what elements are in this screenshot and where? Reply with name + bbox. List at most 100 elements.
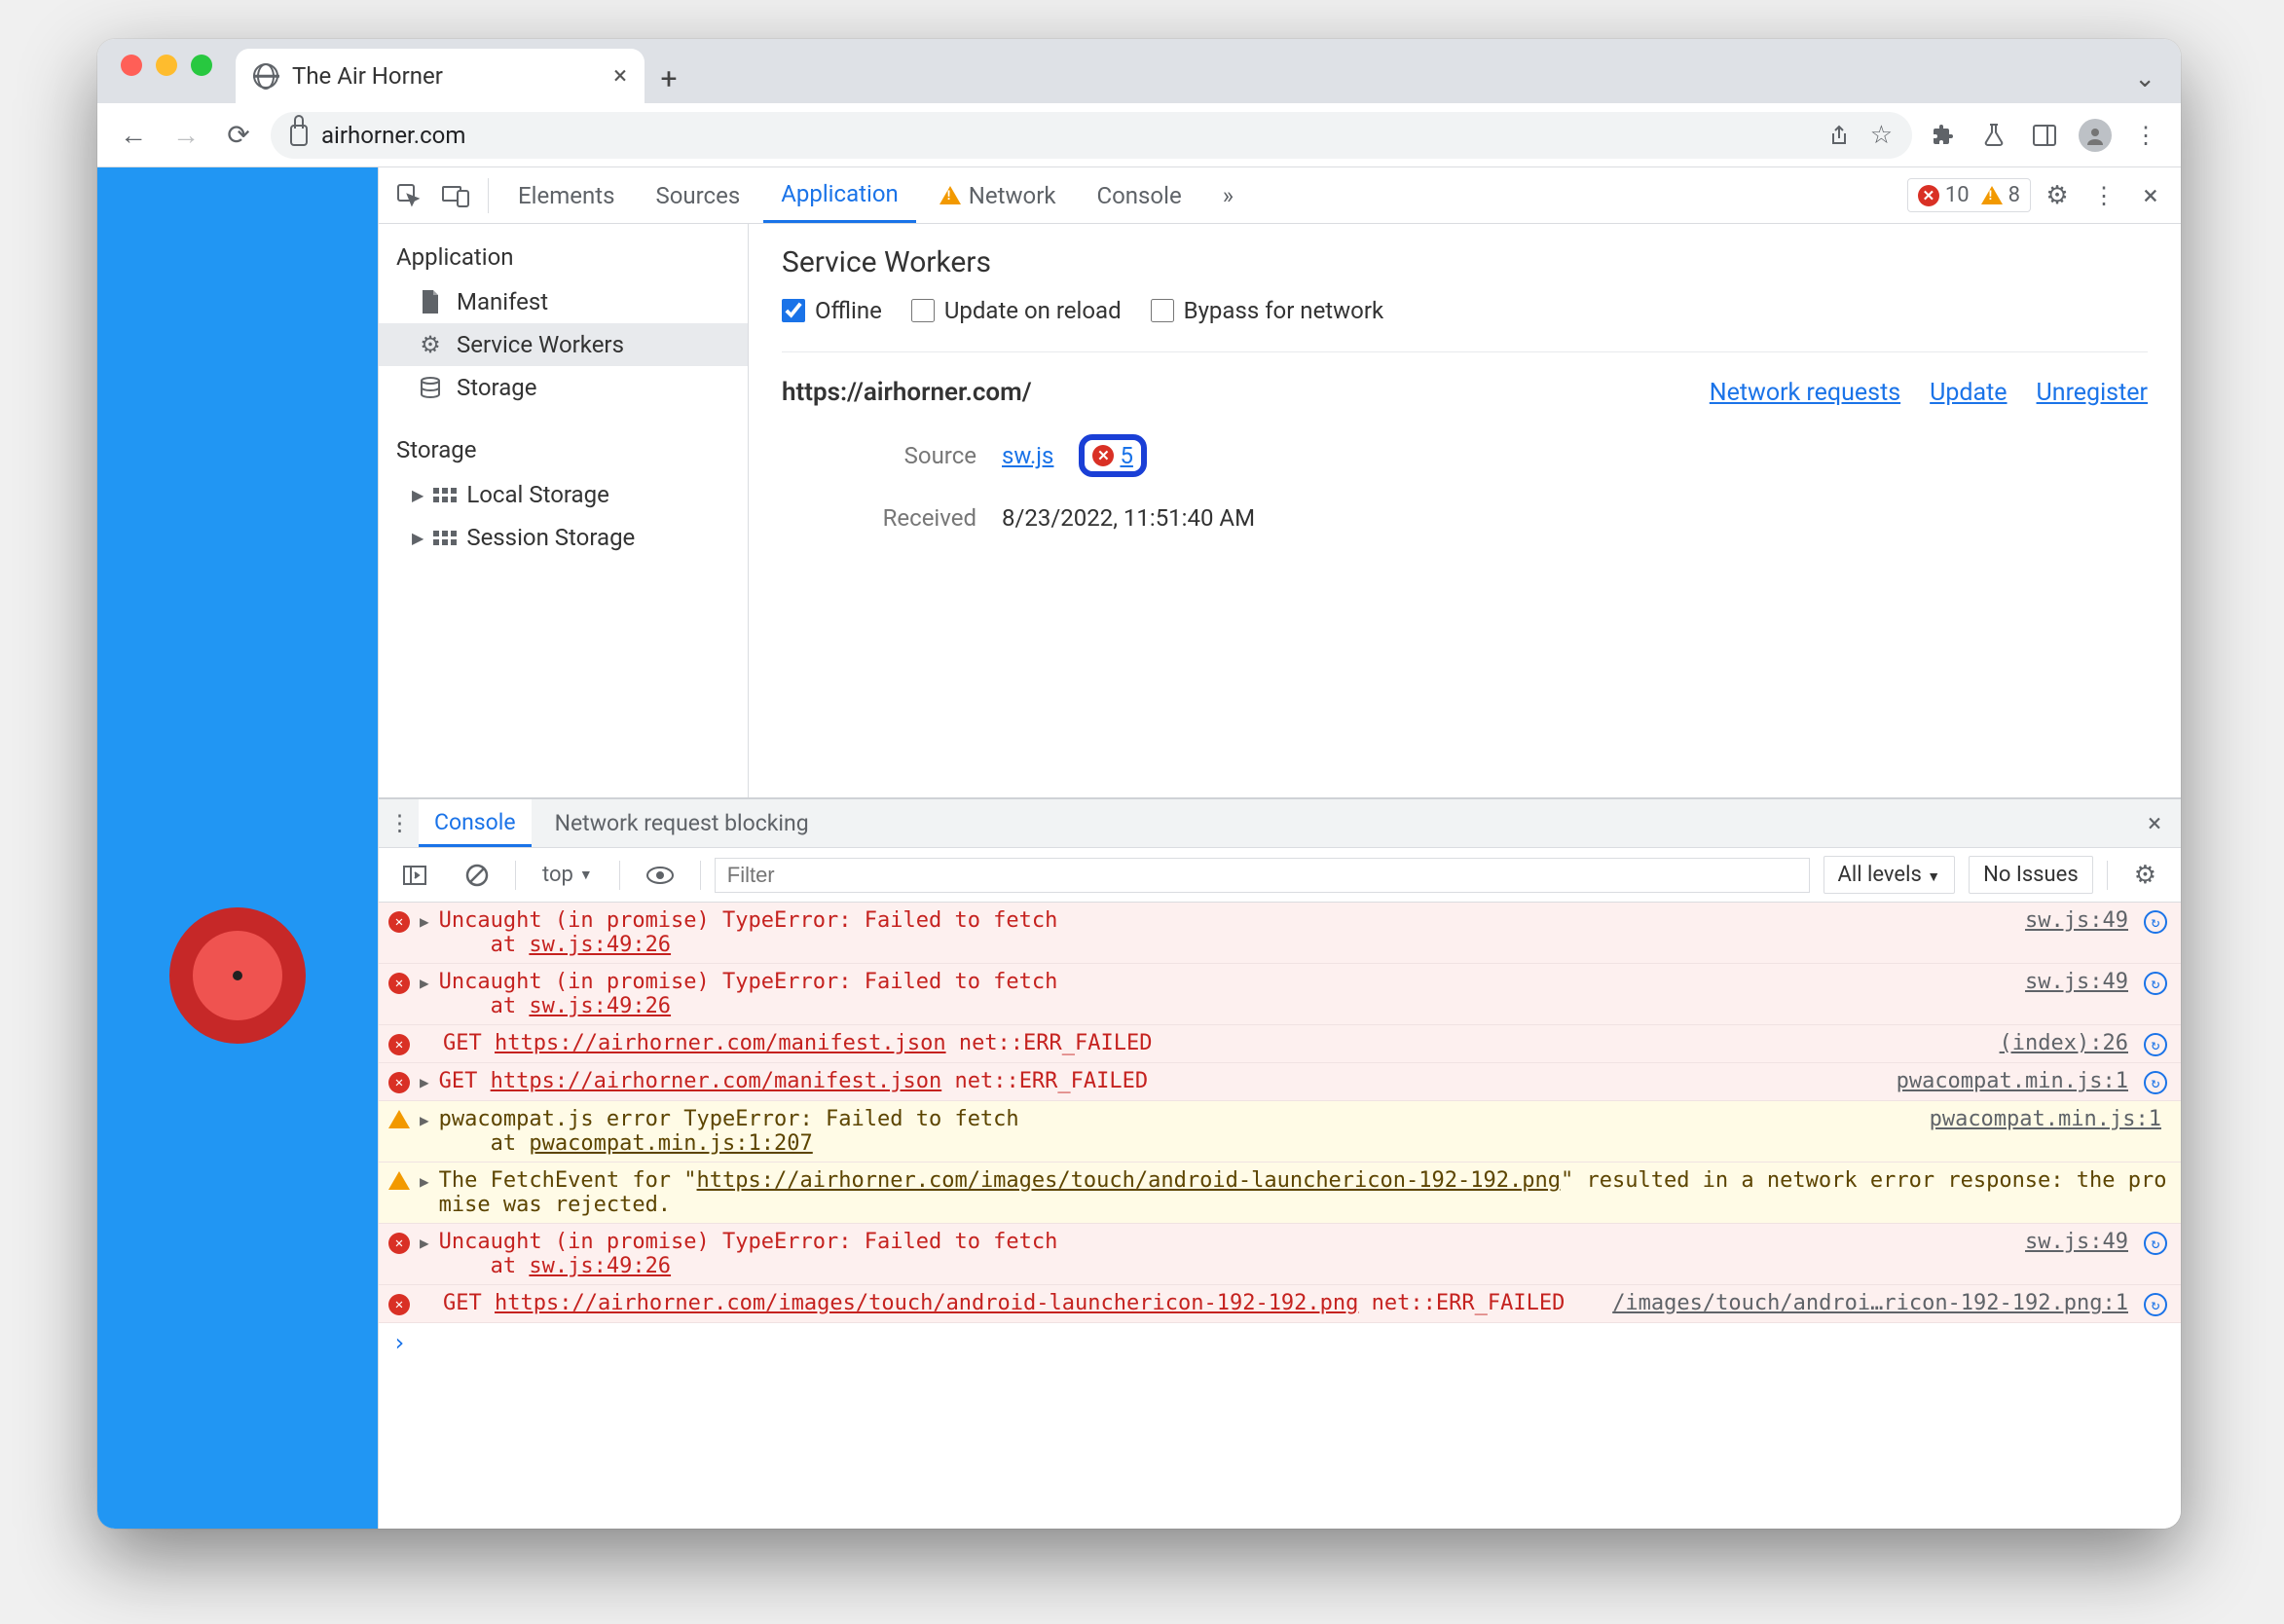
back-button[interactable]: ← [113,115,154,156]
minimize-window-button[interactable] [156,55,177,76]
console-log-list: ✕ ▶ Uncaught (in promise) TypeError: Faile… [379,903,2181,1529]
table-icon [433,488,457,502]
drawer-tab-console[interactable]: Console [419,799,532,847]
share-icon[interactable] [1825,124,1849,147]
inspect-element-icon[interactable] [388,175,429,216]
log-source-link[interactable]: sw.js:49 [2025,970,2134,994]
disclosure-triangle-icon[interactable]: ▶ [420,970,429,992]
address-bar[interactable]: airhorner.com ☆ [271,112,1912,159]
disclosure-triangle-icon[interactable]: ▶ [420,1230,429,1252]
console-row[interactable]: ✕▶Uncaught (in promise) TypeError: Faile… [379,964,2181,1025]
window-controls [115,39,226,103]
navigation-icon: ↻ [2144,1071,2167,1094]
browser-tab[interactable]: The Air Horner × [236,49,645,103]
error-icon: ✕ [388,1233,410,1254]
log-source-link[interactable]: pwacompat.min.js:1 [1930,1107,2167,1131]
log-source-link[interactable]: sw.js:49 [2025,908,2134,933]
sw-source-link[interactable]: sw.js [1002,442,1053,469]
error-icon: ✕ [1092,445,1114,466]
log-message: Uncaught (in promise) TypeError: Failed … [439,970,2015,1018]
extensions-icon[interactable] [1924,116,1963,155]
disclosure-triangle-icon[interactable]: ▶ [420,1107,429,1129]
console-filter-input[interactable] [715,858,1810,893]
sw-error-count[interactable]: 5 [1120,442,1133,469]
labs-icon[interactable] [1974,116,2013,155]
tab-sources[interactable]: Sources [638,167,757,223]
log-message: GET https://airhorner.com/images/touch/a… [443,1291,1602,1315]
tab-network[interactable]: Network [922,167,1074,223]
bookmark-icon[interactable]: ☆ [1862,121,1893,150]
console-prompt[interactable]: › [379,1323,2181,1362]
tab-title: The Air Horner [292,62,443,90]
source-label: Source [782,442,976,469]
log-source-link[interactable]: (index):26 [2000,1031,2134,1055]
disclosure-triangle-icon[interactable]: ▶ [420,1168,429,1191]
drawer-tab-network-blocking[interactable]: Network request blocking [539,799,825,847]
drawer-menu-icon[interactable]: ⋮ [388,810,411,836]
update-on-reload-checkbox[interactable]: Update on reload [911,297,1122,324]
tab-console[interactable]: Console [1079,167,1198,223]
table-icon [433,531,457,545]
tabs-overflow[interactable]: » [1205,167,1251,223]
console-row[interactable]: ▶The FetchEvent for "https://airhorner.c… [379,1163,2181,1224]
devtools-menu-icon[interactable]: ⋮ [2083,175,2124,216]
console-row[interactable]: ▶pwacompat.js error TypeError: Failed to… [379,1101,2181,1163]
drawer-close-button[interactable]: × [2138,809,2171,838]
bypass-for-network-checkbox[interactable]: Bypass for network [1151,297,1384,324]
navigation-icon: ↻ [2144,910,2167,934]
live-expression-icon[interactable] [634,860,686,891]
disclosure-triangle-icon[interactable]: ▶ [420,1069,429,1091]
console-settings-icon[interactable]: ⚙ [2121,854,2169,897]
device-toolbar-icon[interactable] [435,175,476,216]
console-sidebar-toggle-icon[interactable] [390,859,439,892]
console-row[interactable]: ✕▶Uncaught (in promise) TypeError: Faile… [379,1224,2181,1285]
update-link[interactable]: Update [1930,379,2007,407]
clear-console-icon[interactable] [453,857,501,894]
sidebar-item-manifest[interactable]: Manifest [379,280,748,323]
browser-menu-button[interactable]: ⋮ [2126,116,2165,155]
side-panel-icon[interactable] [2025,116,2064,155]
no-issues-button[interactable]: No Issues [1969,856,2093,894]
network-requests-link[interactable]: Network requests [1710,379,1900,407]
issues-badge[interactable]: ✕10 8 [1907,178,2031,212]
profile-button[interactable] [2076,116,2115,155]
airhorn-button[interactable] [169,907,306,1044]
disclosure-triangle-icon[interactable]: ▶ [420,908,429,931]
log-source-link[interactable]: pwacompat.min.js:1 [1897,1069,2134,1093]
reload-button[interactable]: ⟳ [218,115,259,156]
sidebar-item-session-storage[interactable]: ▶ Session Storage [379,516,748,559]
tab-application[interactable]: Application [763,167,916,223]
sw-error-count-highlight[interactable]: ✕ 5 [1079,434,1147,477]
console-row[interactable]: ✕▶Uncaught (in promise) TypeError: Faile… [379,903,2181,964]
tab-elements[interactable]: Elements [500,167,632,223]
disclosure-triangle-icon: ▶ [412,529,424,547]
tab-close-button[interactable]: × [613,61,627,91]
console-toolbar: top ▼ All levels ▼ No Issues ⚙ [379,848,2181,903]
sidebar-item-service-workers[interactable]: ⚙ Service Workers [379,323,748,366]
console-row[interactable]: ✕GET https://airhorner.com/manifest.json… [379,1025,2181,1063]
forward-button[interactable]: → [166,115,206,156]
tabs-overflow-button[interactable]: ⌄ [2134,64,2181,103]
drawer-tabbar: ⋮ Console Network request blocking × [379,799,2181,848]
sidebar-item-storage[interactable]: Storage [379,366,748,409]
browser-window: The Air Horner × + ⌄ ← → ⟳ airhorner.com… [97,39,2181,1529]
devtools-close-button[interactable]: × [2130,175,2171,216]
log-source-link[interactable]: /images/touch/androi…ricon-192-192.png:1 [1612,1291,2134,1315]
devtools-settings-icon[interactable]: ⚙ [2037,175,2078,216]
sidebar-item-local-storage[interactable]: ▶ Local Storage [379,473,748,516]
offline-checkbox[interactable]: Offline [782,297,882,324]
console-row[interactable]: ✕▶GET https://airhorner.com/manifest.jso… [379,1063,2181,1101]
log-levels-selector[interactable]: All levels ▼ [1824,856,1956,894]
maximize-window-button[interactable] [191,55,212,76]
console-row[interactable]: ✕GET https://airhorner.com/images/touch/… [379,1285,2181,1323]
devtools-tabbar: Elements Sources Application Network Con… [379,167,2181,224]
new-tab-button[interactable]: + [645,55,693,103]
lock-icon [290,125,308,146]
unregister-link[interactable]: Unregister [2037,379,2148,407]
devtools-drawer: ⋮ Console Network request blocking × top… [379,798,2181,1529]
context-selector[interactable]: top ▼ [530,856,606,894]
close-window-button[interactable] [121,55,142,76]
log-source-link[interactable]: sw.js:49 [2025,1230,2134,1254]
sw-origin: https://airhorner.com/ [782,378,1032,407]
document-icon [418,289,443,314]
